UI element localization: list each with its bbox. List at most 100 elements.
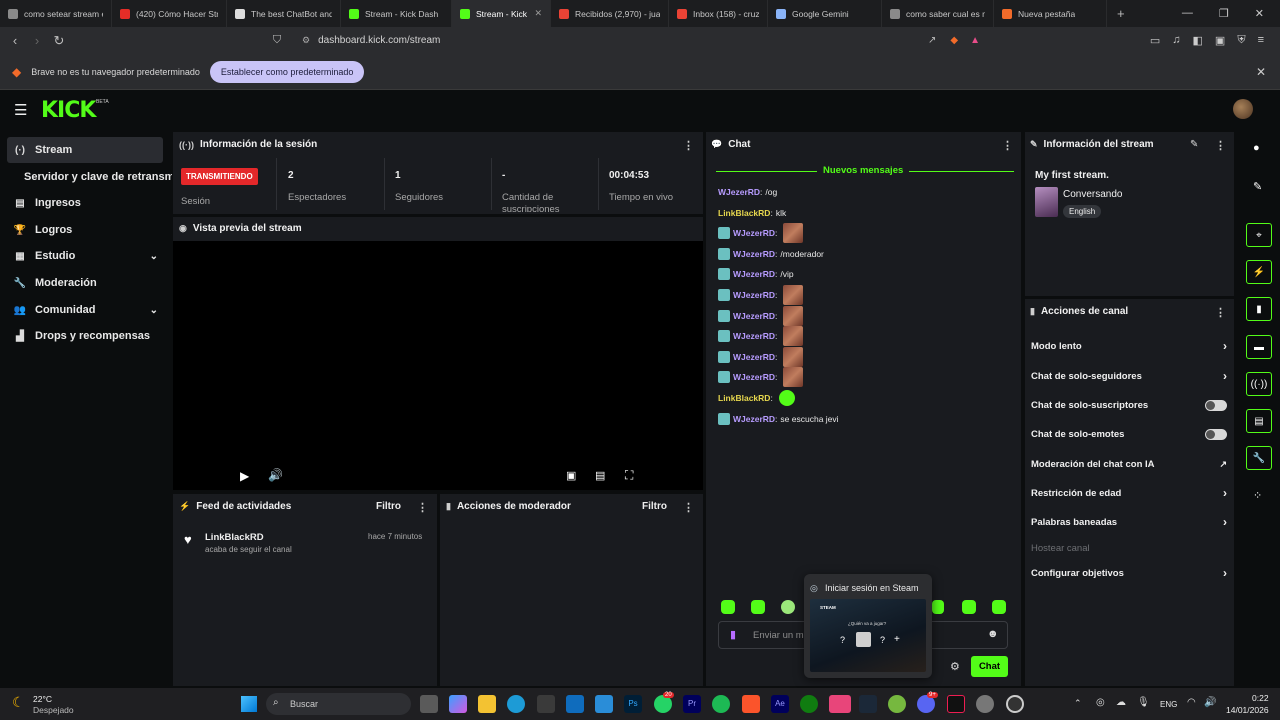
sidebar-item-server-key[interactable]: Servidor y clave de retransm (7, 164, 172, 190)
chat-emote-icon[interactable] (783, 347, 804, 367)
browser-tab[interactable]: Recibidos (2,970) - jua (551, 0, 669, 27)
more-options-icon[interactable]: ⋮ (417, 501, 428, 514)
tray-app-icon[interactable]: ◎ (1096, 697, 1105, 708)
focus-icon[interactable]: ⌖ (1246, 223, 1272, 247)
feed-filter-button[interactable]: Filtro (376, 501, 401, 512)
browser-tab[interactable]: Inbox (158) - cruzricar (669, 0, 768, 27)
bolt-icon[interactable]: ⚡ (1246, 260, 1272, 284)
emote-icon[interactable] (751, 600, 765, 614)
clock-date[interactable]: 14/01/2026 (1226, 705, 1269, 715)
slow-mode-row[interactable]: Modo lento › (1031, 338, 1227, 354)
chat-username[interactable]: WJezerRD (733, 269, 775, 279)
menu-icon[interactable]: ≡ (1258, 34, 1264, 47)
browser-tab[interactable]: Stream - Kick Dash (341, 0, 452, 27)
more-options-icon[interactable]: ⋮ (1215, 306, 1226, 319)
chat-username[interactable]: WJezerRD (733, 290, 775, 300)
share-icon[interactable]: ↗ (928, 35, 936, 46)
browser-tab[interactable]: Stream - Kick Dash✕ (452, 0, 551, 27)
chat-settings-icon[interactable]: ⚙ (950, 660, 960, 673)
forward-icon[interactable]: › (26, 33, 48, 48)
sidebar-toggle-icon[interactable]: ◧ (1193, 34, 1203, 47)
play-icon[interactable]: ▶ (240, 469, 249, 483)
more-options-icon[interactable]: ⋮ (683, 139, 694, 152)
emote-icon[interactable] (932, 600, 944, 614)
chat-username[interactable]: WJezerRD (733, 372, 775, 382)
vpn-icon[interactable]: ⛨ (1237, 34, 1245, 47)
ai-moderation-row[interactable]: Moderación del chat con IA ↗ (1031, 456, 1227, 472)
wallet-icon[interactable]: ▣ (1215, 34, 1225, 47)
kick-app-icon[interactable] (829, 695, 851, 713)
brave-rewards-icon[interactable]: ▲ (970, 35, 980, 46)
clock-time[interactable]: 0:22 (1252, 693, 1269, 703)
browser-tab[interactable]: como setear stream en (0, 0, 112, 27)
apps-icon[interactable]: ⁘ (1253, 489, 1262, 502)
sidebar-item-drops[interactable]: ▟ Drops y recompensas (7, 323, 163, 349)
wrench-icon[interactable]: 🔧 (1246, 446, 1272, 470)
theater-icon[interactable]: ▤ (595, 469, 605, 482)
weather-icon[interactable]: ☾ (12, 694, 25, 711)
photoshop-icon[interactable]: Ps (624, 695, 642, 713)
hamburger-menu-icon[interactable]: ☰ (14, 101, 27, 119)
reload-icon[interactable]: ↻ (48, 33, 70, 49)
mic-icon[interactable]: ▮ (730, 628, 736, 641)
sidebar-item-logros[interactable]: 🏆 Logros (7, 217, 163, 243)
window-controls[interactable]: — ❐ ✕ (1182, 7, 1280, 20)
steam-taskbar-icon[interactable] (859, 695, 877, 713)
spotify-icon[interactable] (712, 695, 730, 713)
set-default-button[interactable]: Establecer como predeterminado (209, 60, 365, 83)
browser-tab[interactable]: The best ChatBot and (227, 0, 341, 27)
new-tab-button[interactable]: + (1117, 6, 1125, 21)
sidebar-item-comunidad[interactable]: 👥 Comunidad ⌄ (7, 297, 163, 323)
outlook-icon[interactable] (566, 695, 584, 713)
document-icon[interactable]: ▮ (1246, 297, 1272, 321)
edge-icon[interactable] (507, 695, 525, 713)
reader-icon[interactable]: ▭ (1150, 34, 1160, 47)
chat-icon[interactable]: ▬ (1246, 335, 1272, 359)
chat-username[interactable]: WJezerRD (718, 187, 760, 197)
sidebar-item-estudio[interactable]: ▦ Estudio ⌄ (7, 243, 163, 269)
site-info-icon[interactable]: ⚙ (302, 35, 310, 46)
chat-username[interactable]: WJezerRD (733, 331, 775, 341)
wifi-icon[interactable]: ◠ (1187, 697, 1196, 708)
emote-icon[interactable] (721, 600, 735, 614)
emote-icon[interactable] (992, 600, 1006, 614)
browser-tab[interactable]: como saber cual es mi (882, 0, 994, 27)
tray-language[interactable]: ENG (1160, 700, 1177, 709)
brave-icon[interactable] (742, 695, 760, 713)
chat-emote-icon[interactable] (783, 306, 804, 326)
store-icon[interactable] (537, 695, 555, 713)
tiktok-icon[interactable] (947, 695, 965, 713)
video-player[interactable] (173, 241, 703, 490)
premiere-icon[interactable]: Pr (683, 695, 701, 713)
media-icon[interactable]: ♫ (1172, 34, 1180, 47)
after-effects-icon[interactable]: Ae (771, 695, 789, 713)
taskbar-search[interactable] (266, 693, 411, 715)
banned-words-row[interactable]: Palabras baneadas › (1031, 514, 1227, 530)
obs-icon[interactable] (1006, 695, 1024, 713)
age-restriction-row[interactable]: Restricción de edad › (1031, 485, 1227, 501)
set-goals-row[interactable]: Configurar objetivos › (1031, 565, 1227, 581)
chat-username[interactable]: WJezerRD (733, 311, 775, 321)
dismiss-bar-icon[interactable]: ✕ (1256, 65, 1266, 79)
tray-mic-icon[interactable]: 🎙 (1137, 697, 1150, 708)
chat-username[interactable]: WJezerRD (733, 414, 775, 424)
copilot-app-icon[interactable] (595, 695, 613, 713)
category-name[interactable]: Conversando (1063, 189, 1122, 200)
chat-emote-icon[interactable] (783, 326, 804, 346)
task-view-icon[interactable] (420, 695, 438, 713)
info-icon[interactable]: ● (1253, 142, 1260, 154)
sidebar-item-moderacion[interactable]: 🔧 Moderación (7, 270, 163, 296)
back-icon[interactable]: ‹ (4, 33, 26, 48)
feed-user[interactable]: LinkBlackRD (205, 532, 264, 543)
volume-tray-icon[interactable]: 🔊 (1204, 697, 1216, 708)
emote-icon[interactable] (781, 600, 795, 614)
brave-shields-icon[interactable]: ◆ (950, 35, 958, 46)
tray-chevron-icon[interactable]: ⌃ (1074, 698, 1082, 709)
chat-emote-icon[interactable] (783, 223, 804, 243)
layout-icon[interactable]: ▤ (1246, 409, 1272, 433)
bookmark-icon[interactable]: ⛉ (266, 34, 288, 47)
settings-icon[interactable] (976, 695, 994, 713)
chat-username[interactable]: WJezerRD (733, 228, 775, 238)
chat-emote-icon[interactable] (778, 390, 795, 406)
browser-tab[interactable]: Nueva pestaña (994, 0, 1107, 27)
